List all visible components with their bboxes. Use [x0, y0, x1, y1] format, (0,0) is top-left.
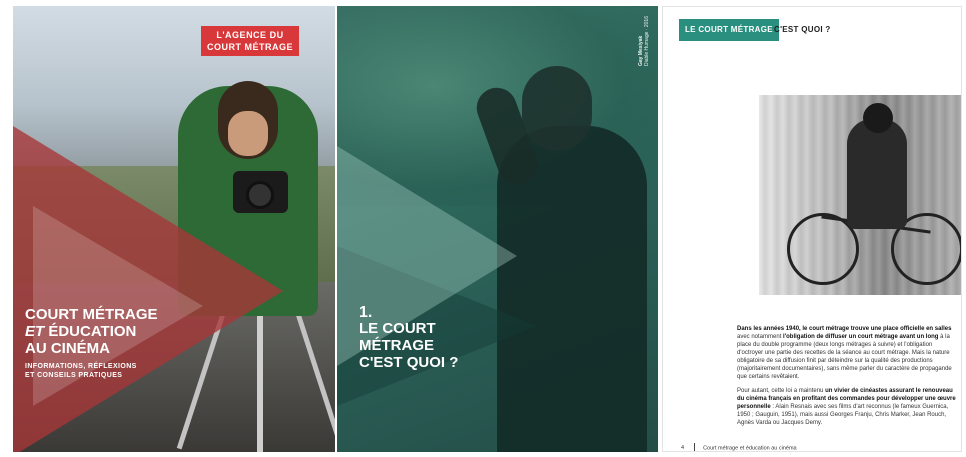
p1-bold-2: l'obligation de diffuser un court métrag… [783, 334, 939, 340]
photo-credit-film: Diable Humage · 2016 [644, 16, 650, 67]
cover-title-italic: ET [25, 323, 45, 340]
badge-line-2: COURT MÉTRAGE [207, 42, 293, 52]
cover-title: COURT MÉTRAGE ET ÉDUCATION AU CINÉMA [25, 306, 225, 357]
article-paragraph-1: Dans les années 1940, le court métrage t… [737, 325, 959, 381]
article-paragraph-2: Pour autant, cette loi a maintenu un viv… [737, 387, 959, 427]
footer-separator [694, 443, 696, 451]
p1-text-1: avec notamment [737, 334, 784, 340]
chapter-heading: LE COURT MÉTRAGE C'EST QUOI ? [359, 320, 509, 371]
p1-text-2: à la place du double programme (deux lon… [737, 334, 952, 380]
article-header-rest: C'EST QUOI ? [774, 25, 831, 34]
cyclist-body [847, 119, 907, 229]
cover-subtitle-line-1: INFORMATIONS, RÉFLEXIONS [25, 363, 137, 370]
cover-subtitle-line-2: ET CONSEILS PRATIQUES [25, 372, 123, 379]
cover-title-line-2: ET ÉDUCATION [25, 323, 225, 340]
page-footer: 4 Court métrage et éducation au cinéma [681, 443, 797, 452]
chapter-heading-line-2: MÉTRAGE [359, 337, 434, 354]
article-body: Dans les années 1940, le court métrage t… [737, 325, 959, 433]
footer-text: Court métrage et éducation au cinéma [703, 445, 797, 452]
cover-page: L'AGENCE DU COURT MÉTRAGE COURT MÉTRAGE … [13, 6, 335, 452]
chapter-heading-line-1: LE COURT [359, 320, 436, 337]
cyclist-photo [759, 95, 961, 295]
badge-line-1: L'AGENCE DU [216, 30, 284, 40]
chapter-photo-head [522, 66, 592, 151]
chapter-page: Gay Mesiyak Diable Humage · 2016 1. LE C… [337, 6, 658, 452]
article-header-highlight: LE COURT MÉTRAGE [679, 19, 779, 41]
photo-credit: Gay Mesiyak Diable Humage · 2016 [638, 16, 650, 66]
p1-bold-1: Dans les années 1940, le court métrage t… [737, 326, 952, 332]
cyclist-head [863, 103, 893, 133]
agency-logo-badge: L'AGENCE DU COURT MÉTRAGE [201, 26, 299, 56]
cover-title-line-2-rest: ÉDUCATION [44, 323, 137, 340]
page-number: 4 [681, 445, 685, 452]
article-page: LE COURT MÉTRAGE C'EST QUOI ? Dans les a… [662, 6, 962, 452]
chapter-number: 1. [359, 304, 373, 321]
cover-subtitle: INFORMATIONS, RÉFLEXIONS ET CONSEILS PRA… [25, 362, 185, 380]
chapter-heading-line-3: C'EST QUOI ? [359, 354, 459, 371]
cover-title-line-3: AU CINÉMA [25, 340, 110, 357]
p2-text-1: Pour autant, cette loi a maintenu [737, 388, 826, 394]
cover-title-line-1: COURT MÉTRAGE [25, 306, 158, 323]
